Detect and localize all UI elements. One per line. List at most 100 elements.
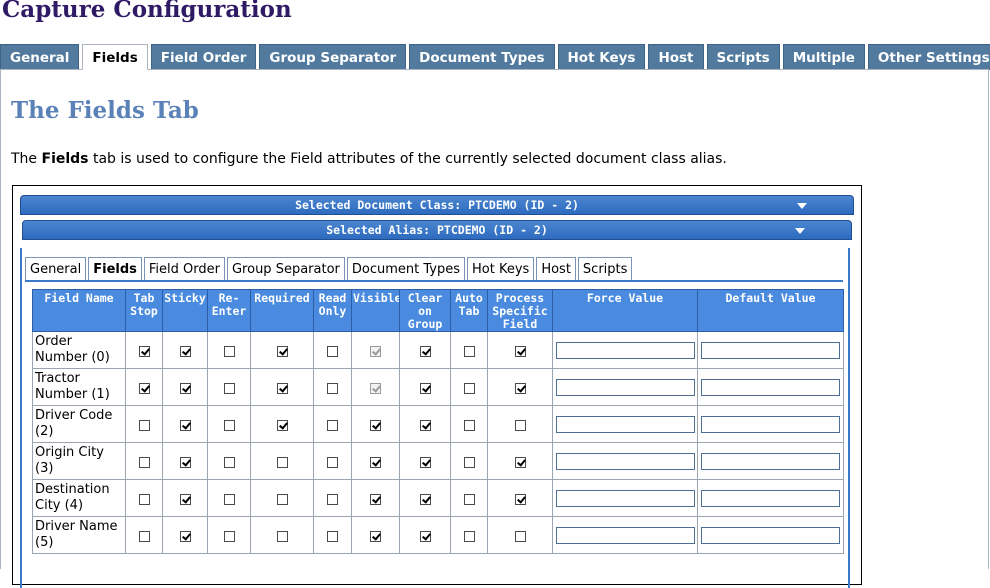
auto-tab-checkbox[interactable]	[463, 493, 475, 505]
required-checkbox[interactable]	[276, 345, 288, 357]
force-value-input[interactable]	[555, 452, 695, 470]
tab-scripts[interactable]: Scripts	[706, 44, 780, 70]
chevron-down-icon[interactable]	[797, 203, 807, 209]
required-checkbox[interactable]	[276, 382, 288, 394]
force-value-input[interactable]	[555, 526, 695, 544]
inner-tab-fields[interactable]: Fields	[88, 257, 142, 281]
tab-document-types[interactable]: Document Types	[409, 44, 555, 70]
tab-stop-checkbox[interactable]	[138, 382, 150, 394]
inner-tab-document-types[interactable]: Document Types	[346, 257, 465, 281]
checkbox-cell	[399, 368, 451, 406]
process-specific-field-checkbox[interactable]	[514, 456, 526, 468]
force-value-input[interactable]	[555, 378, 695, 396]
checkbox-cell	[313, 368, 352, 406]
tab-stop-checkbox[interactable]	[138, 530, 150, 542]
visible-checkbox[interactable]	[370, 419, 381, 431]
visible-checkbox[interactable]	[370, 530, 381, 542]
re-enter-checkbox[interactable]	[223, 419, 235, 431]
inner-tab-general[interactable]: General	[25, 257, 87, 281]
default-value-input[interactable]	[701, 341, 840, 359]
visible-checkbox[interactable]	[370, 493, 381, 505]
clear-on-group-checkbox[interactable]	[419, 493, 431, 505]
inner-tab-hot-keys[interactable]: Hot Keys	[467, 257, 535, 281]
inner-tab-scripts[interactable]: Scripts	[577, 257, 633, 281]
tab-group-separator[interactable]: Group Separator	[259, 44, 407, 70]
read-only-checkbox[interactable]	[327, 419, 338, 431]
re-enter-checkbox[interactable]	[223, 456, 235, 468]
read-only-checkbox[interactable]	[327, 345, 338, 357]
inner-tab-divider	[25, 280, 843, 282]
tab-field-order[interactable]: Field Order	[150, 44, 257, 70]
read-only-checkbox[interactable]	[327, 456, 338, 468]
sticky-checkbox[interactable]	[179, 456, 191, 468]
tab-stop-checkbox[interactable]	[138, 493, 150, 505]
checkbox-cell	[250, 331, 314, 369]
required-checkbox[interactable]	[276, 530, 288, 542]
read-only-checkbox[interactable]	[327, 382, 338, 394]
required-checkbox[interactable]	[276, 419, 288, 431]
process-specific-field-checkbox[interactable]	[514, 419, 526, 431]
clear-on-group-checkbox[interactable]	[419, 530, 431, 542]
re-enter-checkbox[interactable]	[223, 493, 235, 505]
clear-on-group-checkbox[interactable]	[419, 382, 431, 394]
sticky-checkbox[interactable]	[179, 345, 191, 357]
checkbox-cell	[250, 368, 314, 406]
visible-checkbox[interactable]	[370, 456, 381, 468]
read-only-checkbox[interactable]	[327, 530, 338, 542]
auto-tab-checkbox[interactable]	[463, 382, 475, 394]
auto-tab-checkbox[interactable]	[463, 456, 475, 468]
re-enter-checkbox[interactable]	[223, 530, 235, 542]
doc-class-bar[interactable]: Selected Document Class: PTCDEMO (ID - 2…	[20, 195, 854, 215]
checkbox-cell	[450, 368, 488, 406]
required-checkbox[interactable]	[276, 493, 288, 505]
tab-stop-checkbox[interactable]	[138, 456, 150, 468]
process-specific-field-checkbox[interactable]	[514, 382, 526, 394]
process-specific-field-checkbox[interactable]	[514, 530, 526, 542]
sticky-checkbox[interactable]	[179, 530, 191, 542]
auto-tab-checkbox[interactable]	[463, 530, 475, 542]
tab-stop-checkbox[interactable]	[138, 419, 150, 431]
tab-host[interactable]: Host	[648, 44, 704, 70]
tab-other-settings[interactable]: Other Settings	[867, 44, 990, 70]
sticky-checkbox[interactable]	[179, 419, 191, 431]
sticky-checkbox[interactable]	[179, 382, 191, 394]
inner-tab-group-separator[interactable]: Group Separator	[226, 257, 345, 281]
re-enter-checkbox[interactable]	[223, 382, 235, 394]
field-name-cell: Tractor Number (1)	[32, 368, 126, 406]
re-enter-checkbox[interactable]	[223, 345, 235, 357]
auto-tab-checkbox[interactable]	[463, 345, 475, 357]
column-header-read-only: Read Only	[313, 289, 352, 332]
clear-on-group-checkbox[interactable]	[419, 345, 431, 357]
checkbox-cell	[450, 331, 488, 369]
default-value-input[interactable]	[701, 452, 840, 470]
sticky-checkbox[interactable]	[179, 493, 191, 505]
tab-general[interactable]: General	[0, 44, 80, 70]
default-value-input[interactable]	[701, 415, 840, 433]
default-value-input[interactable]	[701, 526, 840, 544]
clear-on-group-checkbox[interactable]	[419, 456, 431, 468]
force-value-input[interactable]	[555, 489, 695, 507]
chevron-down-icon[interactable]	[795, 228, 805, 234]
read-only-checkbox[interactable]	[327, 493, 338, 505]
fields-table: Field Name Tab Stop Sticky Re-Enter Required…	[32, 289, 844, 554]
alias-bar[interactable]: Selected Alias: PTCDEMO (ID - 2)	[22, 220, 852, 240]
force-value-input[interactable]	[555, 341, 695, 359]
input-cell	[697, 405, 844, 443]
tab-stop-checkbox[interactable]	[138, 345, 150, 357]
auto-tab-checkbox[interactable]	[463, 419, 475, 431]
table-row: Driver Code (2)	[32, 405, 844, 443]
tab-fields[interactable]: Fields	[82, 44, 148, 70]
clear-on-group-checkbox[interactable]	[419, 419, 431, 431]
tab-multiple[interactable]: Multiple	[782, 44, 865, 70]
inner-tab-field-order[interactable]: Field Order	[143, 257, 225, 281]
checkbox-cell	[351, 331, 400, 369]
input-cell	[552, 368, 698, 406]
required-checkbox[interactable]	[276, 456, 288, 468]
process-specific-field-checkbox[interactable]	[514, 493, 526, 505]
inner-tab-host[interactable]: Host	[536, 257, 576, 281]
default-value-input[interactable]	[701, 378, 840, 396]
force-value-input[interactable]	[555, 415, 695, 433]
process-specific-field-checkbox[interactable]	[514, 345, 526, 357]
default-value-input[interactable]	[701, 489, 840, 507]
tab-hot-keys[interactable]: Hot Keys	[557, 44, 646, 70]
